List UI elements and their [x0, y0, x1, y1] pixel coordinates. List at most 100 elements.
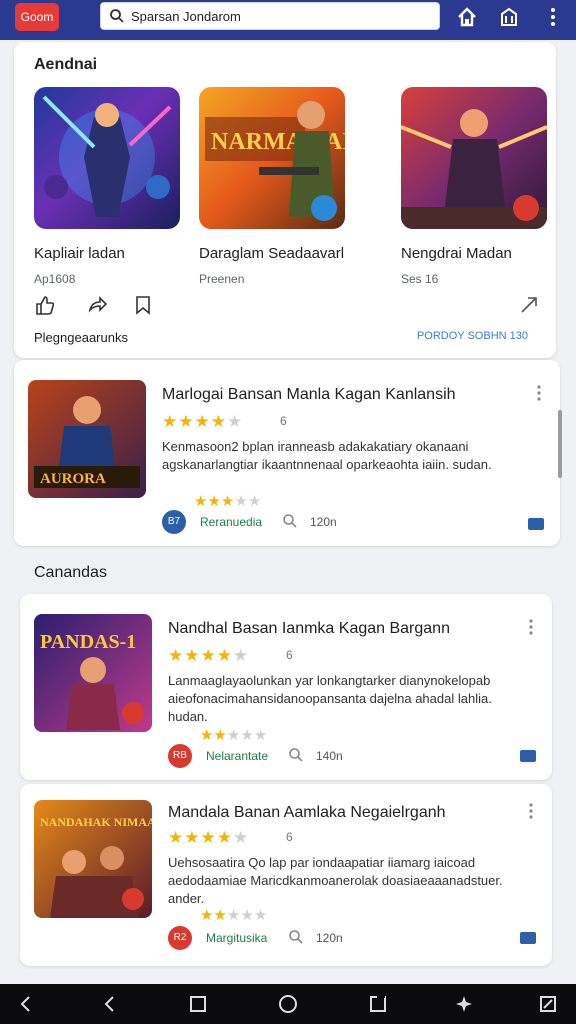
more-vert-icon[interactable]	[542, 6, 564, 28]
star-icon: ★	[200, 907, 214, 924]
badge-icon	[513, 195, 539, 221]
publisher-row: B7 Reranuedia 120n	[162, 510, 462, 534]
app-title[interactable]: Mandala Banan Aamlaka Negaielrganh	[168, 804, 446, 822]
featured-title: Aendnai	[34, 56, 98, 73]
small-star-rating: ★★★★★	[200, 726, 267, 744]
sparkle-icon[interactable]	[454, 994, 474, 1014]
download-icon[interactable]	[520, 932, 536, 944]
more-vert-icon[interactable]	[528, 618, 534, 636]
badge-icon	[122, 702, 144, 724]
game-artwork: PANDAS-1	[34, 614, 152, 732]
star-icon: ★	[216, 646, 233, 665]
featured-item-sub: Preenen	[199, 272, 245, 286]
app-description: Lanmaaglayaolunkan yar lonkangtarker dia…	[168, 673, 492, 724]
home-circle-icon[interactable]	[278, 994, 298, 1014]
art-logo-text: AURORA	[40, 471, 106, 487]
star-icon: ★	[200, 646, 217, 665]
search-input[interactable]: Sparsan Jondarom	[131, 9, 241, 24]
art-logo-text: PANDAS-1	[40, 631, 136, 653]
download-icon[interactable]	[528, 518, 544, 530]
star-icon: ★	[213, 727, 227, 744]
featured-item-name: Kapliair ladan	[34, 245, 125, 262]
featured-item-name: Nengdrai Madan	[401, 245, 512, 262]
featured-footer-link[interactable]: PORDOY SOBHN 130	[417, 330, 528, 342]
publisher-name[interactable]: Margitusika	[206, 931, 267, 945]
star-icon: ★	[194, 493, 208, 510]
featured-actions	[34, 294, 537, 318]
search-icon	[283, 514, 297, 528]
featured-item[interactable]: Nengdrai Madan Ses 16	[401, 87, 547, 286]
featured-item[interactable]: Kapliair ladan Ap1608	[34, 87, 180, 286]
badge-icon	[311, 195, 337, 221]
game-artwork: AURORA	[28, 380, 146, 498]
app-list-card[interactable]: AURORA Marlogai Bansan Manla Kagan Kanla…	[14, 360, 560, 546]
featured-footer-label: Plegngeaarunks	[34, 330, 128, 345]
star-icon: ★	[194, 412, 211, 431]
star-rating: ★★★★★	[162, 412, 243, 432]
featured-item-sub: Ses 16	[401, 272, 439, 286]
store-icon[interactable]	[498, 6, 520, 28]
badge-icon	[122, 888, 144, 910]
app-size: 120n	[310, 515, 337, 529]
featured-item-sub: Ap1608	[34, 272, 76, 286]
star-icon: ★	[226, 727, 241, 744]
star-icon: ★	[213, 907, 227, 924]
featured-item[interactable]: NARMAN AI Daraglam Seadaavarl Preenen	[199, 87, 345, 286]
star-icon: ★	[233, 828, 250, 847]
app-list-card[interactable]: NANDAHAK NIMAAN Mandala Banan Aamlaka Ne…	[20, 784, 552, 966]
star-icon: ★	[162, 412, 179, 431]
publisher-name[interactable]: Nelarantate	[206, 749, 268, 763]
rating-count: 6	[286, 830, 293, 844]
bookmark-icon[interactable]	[132, 294, 154, 316]
small-star-rating: ★★★★★	[200, 906, 267, 924]
share-icon[interactable]	[86, 294, 108, 316]
star-rating: ★★★★★	[168, 646, 249, 666]
overview-icon[interactable]	[368, 994, 388, 1014]
small-star-rating: ★★★★★	[194, 492, 261, 510]
star-icon: ★	[168, 828, 185, 847]
search-bar[interactable]: Sparsan Jondarom	[100, 2, 440, 30]
search-icon	[289, 748, 303, 762]
app-logo[interactable]: Goom	[15, 3, 59, 31]
star-icon: ★	[210, 412, 227, 431]
featured-section: Aendnai Kapliair ladan Ap1608 NARMAN AI	[14, 42, 556, 358]
top-app-bar: Goom Sparsan Jondarom	[0, 0, 576, 40]
star-rating: ★★★★★	[168, 828, 249, 848]
like-icon[interactable]	[34, 294, 56, 316]
game-artwork: NANDAHAK NIMAAN	[34, 800, 152, 918]
more-vert-icon[interactable]	[528, 802, 534, 820]
download-icon[interactable]	[520, 750, 536, 762]
home-icon[interactable]	[456, 6, 478, 28]
more-vert-icon[interactable]	[536, 384, 542, 402]
star-icon: ★	[178, 412, 195, 431]
game-artwork	[34, 87, 180, 229]
screenshot-icon[interactable]	[538, 994, 558, 1014]
recents-icon[interactable]	[188, 994, 208, 1014]
app-list-card[interactable]: PANDAS-1 Nandhal Basan Ianmka Kagan Barg…	[20, 594, 552, 780]
star-icon: ★	[227, 412, 244, 431]
art-logo-text: NANDAHAK NIMAAN	[40, 815, 152, 829]
app-title[interactable]: Marlogai Bansan Manla Kagan Kanlansih	[162, 386, 456, 404]
star-icon: ★	[184, 828, 201, 847]
publisher-avatar: R2	[168, 926, 192, 950]
star-icon: ★	[220, 493, 235, 510]
featured-item-name: Daraglam Seadaavarl	[199, 245, 345, 262]
open-external-icon[interactable]	[518, 294, 540, 316]
app-title[interactable]: Nandhal Basan Ianmka Kagan Bargann	[168, 620, 450, 638]
rating-count: 6	[286, 648, 293, 662]
section-title: Canandas	[34, 564, 107, 581]
back-icon[interactable]	[16, 994, 36, 1014]
star-icon: ★	[253, 907, 268, 924]
back-icon[interactable]	[100, 994, 120, 1014]
scrollbar[interactable]	[558, 410, 562, 478]
publisher-avatar: B7	[162, 510, 186, 534]
star-icon: ★	[207, 493, 221, 510]
star-icon: ★	[247, 493, 262, 510]
publisher-avatar: RB	[168, 744, 192, 768]
star-icon: ★	[240, 907, 254, 924]
search-icon	[289, 930, 303, 944]
app-size: 120n	[316, 931, 343, 945]
star-icon: ★	[216, 828, 233, 847]
star-icon: ★	[240, 727, 254, 744]
publisher-name[interactable]: Reranuedia	[200, 515, 262, 529]
